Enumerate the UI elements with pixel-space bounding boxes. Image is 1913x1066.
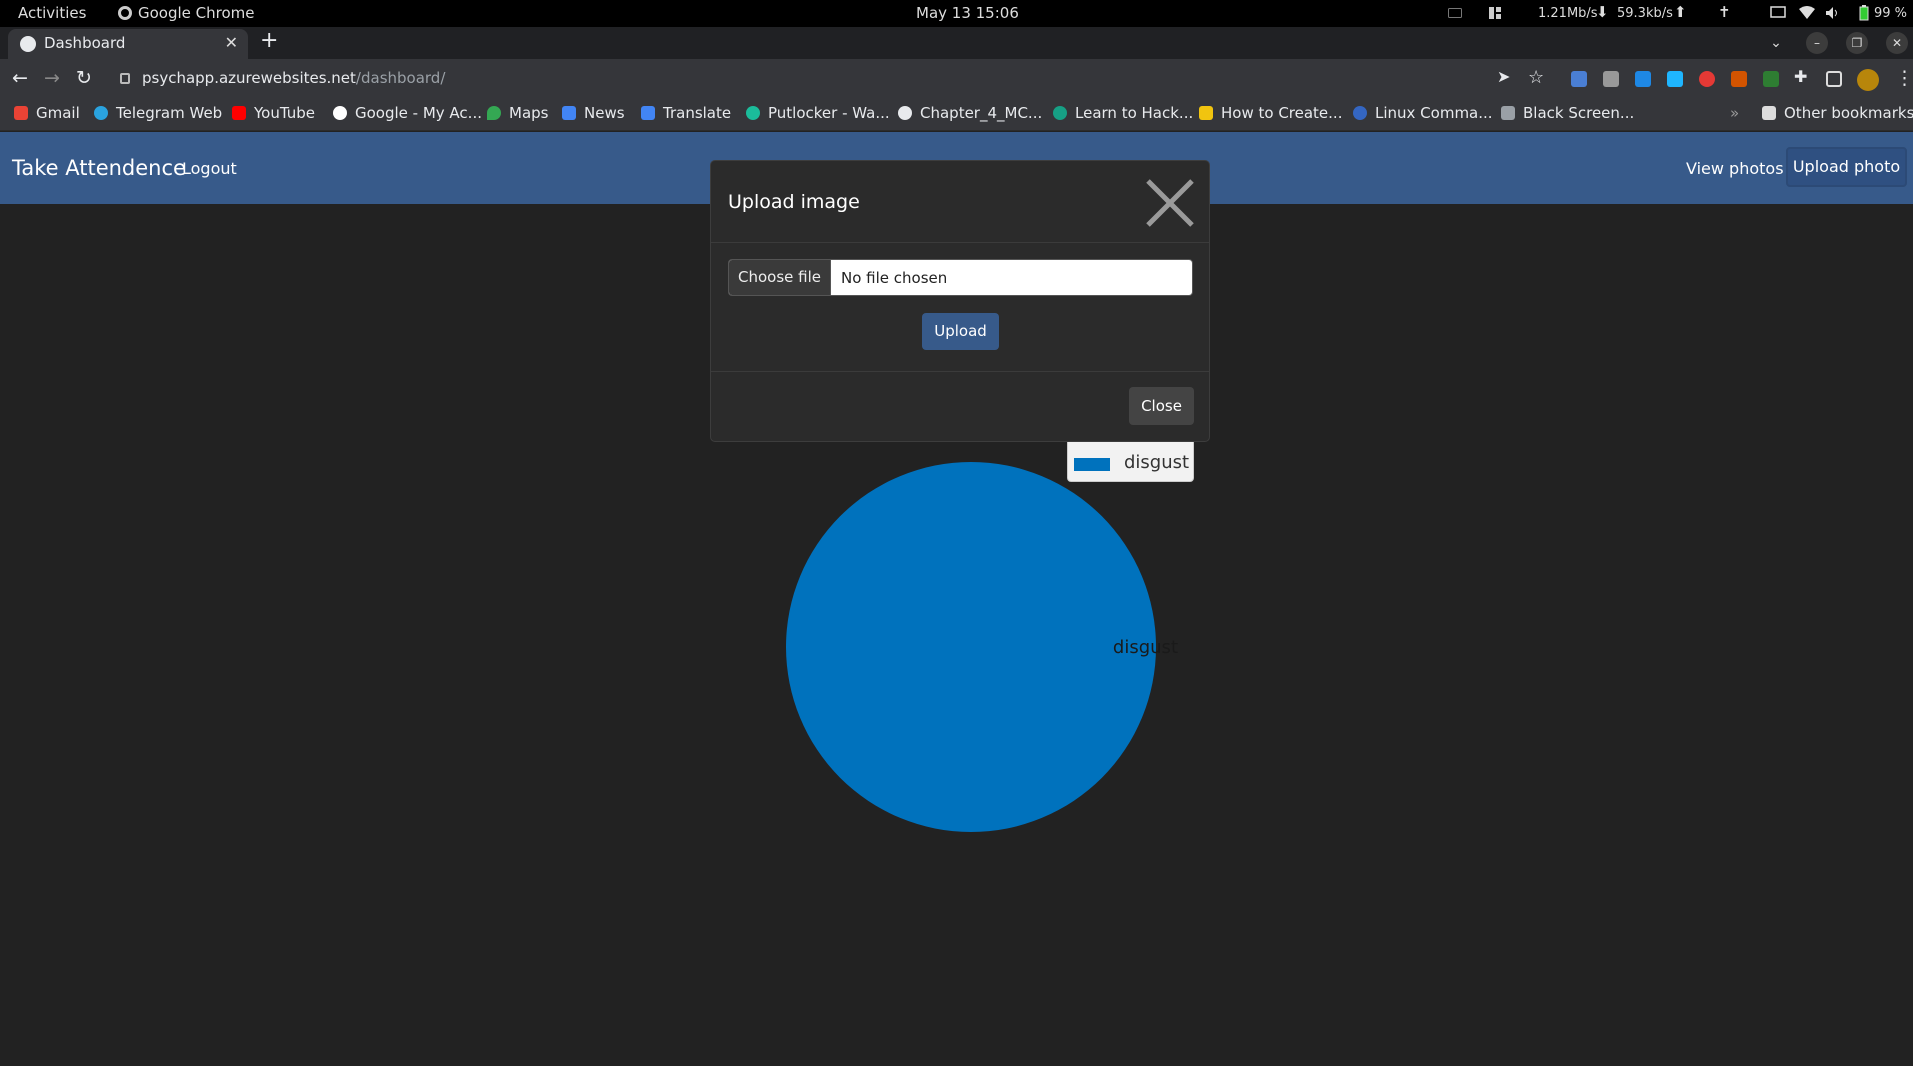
pie-slice-disgust [786,462,1156,832]
choose-file-button[interactable]: Choose file [729,260,831,295]
close-icon[interactable] [1142,175,1198,231]
modal-title: Upload image [728,191,860,213]
upload-image-modal: Upload image Choose file No file chosen … [710,160,1210,442]
slice-label: disgust [1113,637,1178,658]
legend-swatch [1074,458,1110,471]
modal-header: Upload image [711,161,1209,243]
upload-button[interactable]: Upload [922,313,999,350]
file-status-text: No file chosen [841,269,948,287]
close-button[interactable]: Close [1129,387,1194,425]
modal-footer-divider [711,371,1209,372]
file-input[interactable]: Choose file No file chosen [728,259,1193,296]
legend-label: disgust [1124,452,1190,473]
